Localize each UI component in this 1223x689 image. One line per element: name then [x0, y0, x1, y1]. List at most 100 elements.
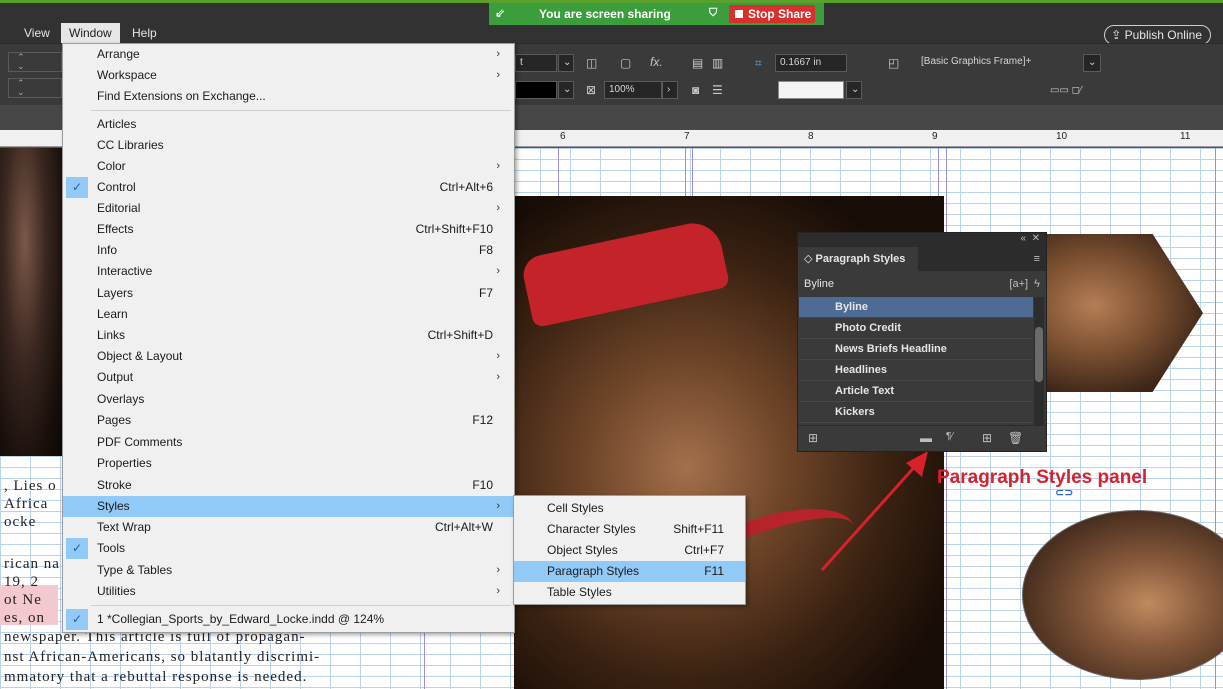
submenu-item-cell-styles[interactable]: Cell Styles [514, 498, 745, 519]
new-style-quick-icons[interactable]: [a+] ϟ [1009, 271, 1040, 297]
wrap-icon[interactable]: ◙ [692, 83, 699, 97]
menu-item-output[interactable]: Output › [63, 367, 514, 388]
menu-item-text-wrap[interactable]: Text Wrap Ctrl+Alt+W [63, 517, 514, 538]
menu-item-overlays[interactable]: Overlays [63, 389, 514, 410]
stroke-weight-dropdown[interactable]: ⌄ [558, 54, 574, 72]
distribute-icon[interactable]: ▥ [712, 56, 723, 70]
fx-icon[interactable]: fx. [650, 55, 663, 69]
publish-online-button[interactable]: ⇪ Publish Online [1104, 25, 1211, 45]
folder-icon[interactable]: ▬ [920, 431, 932, 445]
menu-item-label: Paragraph Styles [547, 564, 640, 578]
new-style-icon[interactable]: ⊞ [982, 431, 992, 445]
menu-item-arrange[interactable]: Arrange › [63, 44, 514, 65]
list-item[interactable]: Byline [799, 297, 1033, 318]
load-styles-icon[interactable]: ⊞ [808, 431, 818, 445]
menu-item-shortcut: Ctrl+Alt+6 [439, 180, 493, 194]
offset-field[interactable]: 0.1667 in [775, 54, 847, 72]
menu-item-shortcut: Ctrl+Shift+F10 [415, 222, 493, 236]
publish-label: Publish Online [1124, 28, 1202, 42]
ruler-label: 9 [932, 131, 938, 142]
panel-menu-icon[interactable]: ≡ [1034, 253, 1040, 265]
submenu-item-table-styles[interactable]: Table Styles [514, 582, 745, 603]
body-text-line[interactable]: 19, 2 [4, 574, 39, 591]
menu-item-layers[interactable]: Layers F7 [63, 283, 514, 304]
menu-item-styles[interactable]: Styles › [63, 496, 514, 517]
tab-paragraph-styles[interactable]: ◇ Paragraph Styles [798, 247, 918, 271]
corner-shape-swatch[interactable] [778, 81, 844, 99]
submenu-item-character-styles[interactable]: Character Styles Shift+F11 [514, 519, 745, 540]
menu-view[interactable]: View [16, 23, 58, 43]
indesign-window: View Window Help ⇪ Publish Online ⇙ You … [0, 0, 1223, 689]
menu-item-learn[interactable]: Learn [63, 304, 514, 325]
trash-icon[interactable]: 🗑 [1008, 431, 1023, 445]
menu-item-info[interactable]: Info F8 [63, 240, 514, 261]
body-text-line[interactable]: es, on [4, 610, 45, 627]
menu-item-utilities[interactable]: Utilities › [63, 581, 514, 602]
quick-apply-icon[interactable]: ▭▭ ◻⁄ [1050, 84, 1082, 98]
list-item[interactable]: Article Text [799, 381, 1033, 402]
menu-item-label: Color [97, 159, 126, 173]
opacity-field[interactable]: 100% [604, 81, 662, 99]
menu-item-tools[interactable]: ✓ Tools [63, 538, 514, 559]
clear-overrides-icon[interactable]: ¶⁄ [946, 431, 953, 442]
body-text-line[interactable]: nst African-Americans, so blatantly disc… [4, 649, 320, 666]
object-style-dropdown[interactable]: ⌄ [1083, 54, 1101, 72]
menu-item-shortcut: F10 [472, 478, 493, 492]
stroke-type-dropdown[interactable]: ⌄ [558, 81, 574, 99]
y-spinner[interactable]: ⌃ ⌄ [8, 78, 62, 98]
list-item[interactable]: Headlines [799, 360, 1033, 381]
list-item[interactable]: Kickers [799, 402, 1033, 423]
left-photo-frame[interactable] [0, 148, 62, 456]
corner-icon[interactable]: ⌗ [755, 56, 762, 70]
menu-item-label: Utilities [97, 584, 136, 598]
x-spinner[interactable]: ⌃ ⌄ [8, 52, 62, 72]
stroke-weight-field[interactable]: t [515, 54, 557, 72]
menu-window[interactable]: Window [61, 23, 120, 43]
menu-item-interactive[interactable]: Interactive › [63, 261, 514, 282]
panel-scrollbar[interactable] [1034, 297, 1044, 425]
menu-item-label: Editorial [97, 201, 141, 215]
body-text-line[interactable]: ot Ne [4, 592, 42, 609]
arrow-icon[interactable]: ⇙ [495, 6, 505, 20]
submenu-item-object-styles[interactable]: Object Styles Ctrl+F7 [514, 540, 745, 561]
stroke-swatch[interactable] [515, 81, 557, 99]
menu-item-editorial[interactable]: Editorial › [63, 198, 514, 219]
rectangle-icon[interactable]: ▢ [620, 56, 631, 70]
opacity-arrow[interactable]: › [662, 81, 678, 99]
menu-item-articles[interactable]: Articles [63, 114, 514, 135]
collapse-close-icon[interactable]: « ✕ [1021, 233, 1041, 244]
menu-item-control[interactable]: ✓ Control Ctrl+Alt+6 [63, 177, 514, 198]
menu-item-properties[interactable]: Properties [63, 453, 514, 474]
menu-item-color[interactable]: Color › [63, 156, 514, 177]
menu-item-open-document[interactable]: ✓ 1 *Collegian_Sports_by_Edward_Locke.ind… [63, 609, 514, 630]
menu-item-pages[interactable]: Pages F12 [63, 410, 514, 431]
submenu-item-paragraph-styles[interactable]: Paragraph Styles F11 [514, 561, 745, 582]
align-icon[interactable]: ▤ [692, 56, 703, 70]
body-text-line[interactable]: mmatory that a rebuttal response is need… [4, 669, 307, 686]
list-item[interactable]: Photo Credit [799, 318, 1033, 339]
list-item[interactable]: News Briefs Headline [799, 339, 1033, 360]
menu-item-pdf-comments[interactable]: PDF Comments [63, 432, 514, 453]
menu-item-links[interactable]: Links Ctrl+Shift+D [63, 325, 514, 346]
frame-fit-icon[interactable]: ◫ [586, 56, 597, 70]
body-text-line[interactable]: , Lies o [4, 478, 57, 495]
body-text-line[interactable]: Africa [4, 496, 48, 513]
menu-item-label: Find Extensions on Exchange... [97, 89, 266, 103]
menu-item-cc-libraries[interactable]: CC Libraries [63, 135, 514, 156]
menu-item-type-tables[interactable]: Type & Tables › [63, 560, 514, 581]
text-wrap-icon[interactable]: ☰ [712, 83, 723, 97]
body-text-line[interactable]: ocke [4, 514, 36, 531]
object-style-field[interactable]: [Basic Graphics Frame]+ [917, 54, 1083, 72]
menu-help[interactable]: Help [124, 23, 165, 43]
menu-item-shortcut: F7 [478, 286, 493, 300]
corner-shape-dropdown[interactable]: ⌄ [846, 81, 862, 99]
menu-item-workspace[interactable]: Workspace › [63, 65, 514, 86]
annotation-label: Paragraph Styles panel [937, 467, 1148, 488]
menu-item-effects[interactable]: Effects Ctrl+Shift+F10 [63, 219, 514, 240]
body-text-line[interactable]: rican na [4, 556, 60, 573]
stop-share-button[interactable]: Stop Share [729, 5, 815, 23]
menu-item-object-layout[interactable]: Object & Layout › [63, 346, 514, 367]
menu-item-stroke[interactable]: Stroke F10 [63, 475, 514, 496]
scroll-thumb[interactable] [1035, 327, 1043, 382]
menu-item-find-extensions[interactable]: Find Extensions on Exchange... [63, 86, 514, 107]
